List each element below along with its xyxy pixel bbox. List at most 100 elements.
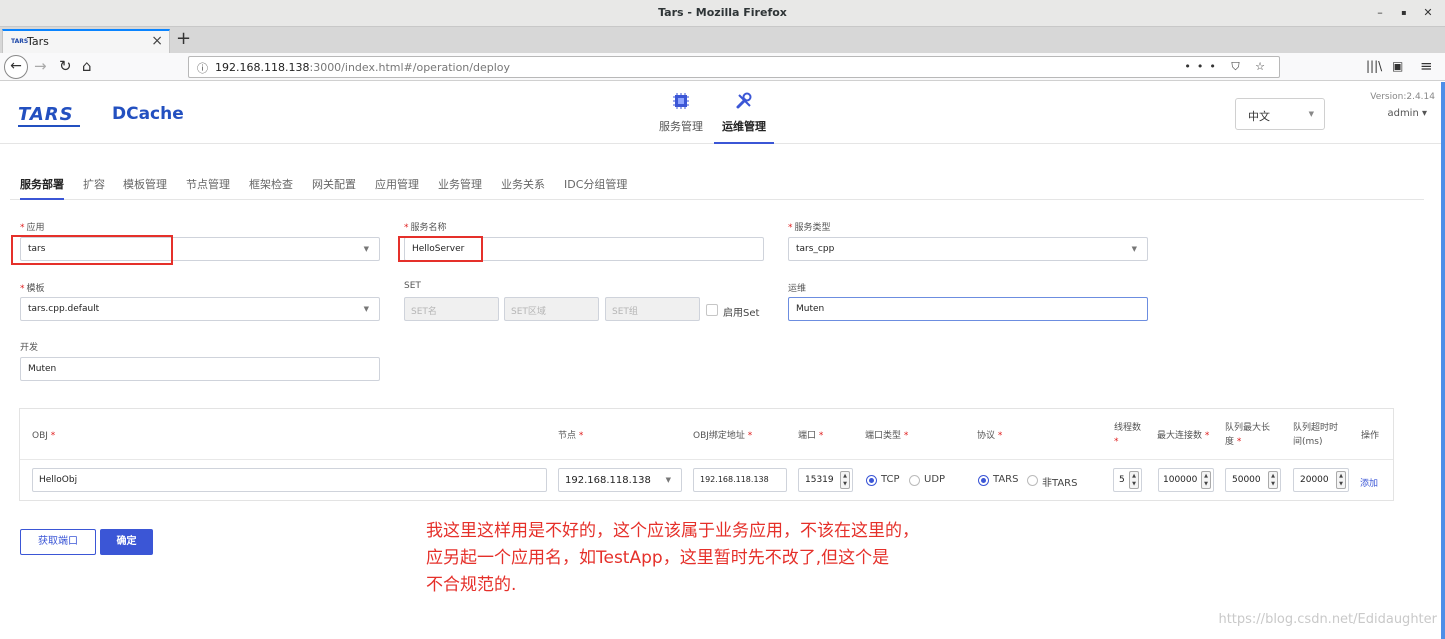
port-value: 15319: [805, 475, 834, 485]
chevron-down-icon: ▼: [1131, 245, 1137, 253]
set-area-input[interactable]: SET区域: [504, 297, 599, 321]
tab-close-icon[interactable]: ×: [151, 33, 163, 49]
subtab-idc[interactable]: IDC分组管理: [564, 176, 627, 192]
user-menu[interactable]: admin ▾: [1387, 108, 1427, 119]
col-threads: 线程数 *: [1114, 423, 1142, 447]
server-name-label: * 服务名称: [404, 223, 447, 233]
dcache-logo[interactable]: DCache: [112, 104, 184, 124]
queue-len-input[interactable]: 50000 ▲ ▼: [1225, 468, 1281, 492]
server-type-value: tars_cpp: [796, 244, 835, 254]
chevron-down-icon: ▼: [363, 305, 369, 313]
maximize-icon[interactable]: ▪: [1396, 5, 1412, 21]
close-icon[interactable]: ✕: [1420, 5, 1436, 21]
node-select[interactable]: 192.168.118.138 ▼: [558, 468, 682, 492]
window-edge: [1441, 82, 1445, 639]
set-name-placeholder: SET名: [411, 307, 437, 317]
ops-input[interactable]: Muten: [788, 297, 1148, 321]
browser-tabbar: TARS Tars ×: [0, 27, 1445, 53]
max-conn-value: 100000: [1163, 475, 1198, 485]
nav-label: 运维管理: [722, 120, 766, 133]
queue-timeout-input[interactable]: 20000 ▲ ▼: [1293, 468, 1349, 492]
ops-label: 运维: [788, 284, 807, 294]
set-name-input[interactable]: SET名: [404, 297, 499, 321]
col-queue-timeout: 队列超时时 间(ms): [1293, 423, 1339, 447]
dev-value: Muten: [28, 364, 57, 374]
obj-input[interactable]: HelloObj: [32, 468, 547, 492]
subtab-template[interactable]: 模板管理: [123, 176, 167, 192]
get-port-button[interactable]: 获取端口: [20, 529, 96, 555]
port-input[interactable]: 15319 ▲ ▼: [798, 468, 853, 492]
subtab-deploy[interactable]: 服务部署: [20, 176, 64, 192]
threads-value: 5: [1119, 475, 1125, 485]
dev-label: 开发: [20, 343, 39, 353]
col-obj: OBJ *: [32, 431, 56, 441]
chevron-down-icon: ▼: [1308, 110, 1314, 118]
sidebar-icon[interactable]: ▣: [1392, 56, 1403, 76]
port-type-udp-radio[interactable]: [909, 475, 920, 486]
stepper-icon[interactable]: ▲ ▼: [1336, 471, 1346, 489]
bind-address-input[interactable]: 192.168.118.138: [693, 468, 787, 492]
col-port-type: 端口类型 *: [865, 431, 909, 441]
server-type-label: * 服务类型: [788, 223, 831, 233]
new-tab-icon[interactable]: +: [176, 29, 191, 49]
stepper-icon[interactable]: ▲ ▼: [1201, 471, 1211, 489]
confirm-button[interactable]: 确定: [100, 529, 153, 555]
tars-favicon-icon: TARS: [11, 38, 29, 45]
tab-title: Tars: [27, 35, 49, 48]
minimize-icon[interactable]: –: [1372, 5, 1388, 21]
library-icon[interactable]: |||\: [1366, 56, 1382, 76]
tars-logo-underline: [18, 125, 80, 127]
servant-table: OBJ * 节点 * OBJ绑定地址 * 端口 * 端口类型 * 协议 * 线程…: [19, 408, 1394, 501]
server-type-select[interactable]: tars_cpp ▼: [788, 237, 1148, 261]
window-titlebar: Tars - Mozilla Firefox – ▪ ✕: [0, 0, 1445, 27]
page-actions-icon[interactable]: ••• ⛉ ☆: [1184, 60, 1271, 74]
subtab-business[interactable]: 业务管理: [438, 176, 482, 192]
annotation-line: 应另起一个应用名，如TestApp，这里暂时先不改了,但这个是: [426, 548, 890, 568]
menu-icon[interactable]: ≡: [1420, 56, 1433, 76]
forward-icon[interactable]: →: [34, 56, 47, 76]
stepper-icon[interactable]: ▲ ▼: [1268, 471, 1278, 489]
add-row-link[interactable]: 添加: [1360, 476, 1378, 489]
annotation-line: 不合规范的.: [426, 575, 517, 595]
col-protocol: 协议 *: [977, 431, 1003, 441]
active-subtab-underline: [20, 198, 64, 200]
language-select[interactable]: 中文 ▼: [1235, 98, 1325, 130]
threads-input[interactable]: 5 ▲ ▼: [1113, 468, 1142, 492]
tars-logo[interactable]: TARS: [18, 104, 74, 125]
nav-ops-management[interactable]: 运维管理: [714, 92, 774, 144]
reload-icon[interactable]: ↻: [59, 56, 72, 76]
stepper-icon[interactable]: ▲ ▼: [840, 471, 850, 489]
stepper-icon[interactable]: ▲ ▼: [1129, 471, 1139, 489]
tools-icon: [736, 92, 752, 109]
port-type-tcp-radio[interactable]: [866, 475, 877, 486]
template-select[interactable]: tars.cpp.default ▼: [20, 297, 380, 321]
subtab-expand[interactable]: 扩容: [83, 176, 105, 192]
protocol-non-tars-radio[interactable]: [1027, 475, 1038, 486]
app-header: TARS DCache 服务管理 运维管理 中文 ▼ Version:2.4.1…: [0, 82, 1445, 144]
enable-set-checkbox[interactable]: [706, 304, 718, 316]
queue-len-value: 50000: [1232, 475, 1261, 485]
template-value: tars.cpp.default: [28, 304, 100, 314]
protocol-tars-radio[interactable]: [978, 475, 989, 486]
set-label: SET: [404, 281, 421, 291]
back-icon[interactable]: ←: [4, 55, 28, 79]
url-bar[interactable]: ⓘ 192.168.118.138:3000/index.html#/opera…: [188, 56, 1280, 78]
subtab-gateway[interactable]: 网关配置: [312, 176, 356, 192]
browser-tab[interactable]: TARS Tars ×: [2, 29, 170, 53]
dev-input[interactable]: Muten: [20, 357, 380, 381]
home-icon[interactable]: ⌂: [82, 56, 92, 76]
info-icon[interactable]: ⓘ: [197, 60, 208, 76]
protocol-non-tars-label: 非TARS: [1042, 478, 1078, 489]
watermark: https://blog.csdn.net/Edidaughter: [1218, 612, 1437, 627]
max-conn-input[interactable]: 100000 ▲ ▼: [1158, 468, 1214, 492]
subtab-app[interactable]: 应用管理: [375, 176, 419, 192]
url-text[interactable]: 192.168.118.138:3000/index.html#/operati…: [215, 61, 510, 74]
nav-service-management[interactable]: 服务管理: [651, 92, 711, 134]
col-bind: OBJ绑定地址 *: [693, 431, 753, 441]
subtab-relation[interactable]: 业务关系: [501, 176, 545, 192]
template-label: * 模板: [20, 284, 45, 294]
subtab-node[interactable]: 节点管理: [186, 176, 230, 192]
subtab-check[interactable]: 框架检查: [249, 176, 293, 192]
set-group-input[interactable]: SET组: [605, 297, 700, 321]
port-type-tcp-label: TCP: [881, 474, 900, 485]
